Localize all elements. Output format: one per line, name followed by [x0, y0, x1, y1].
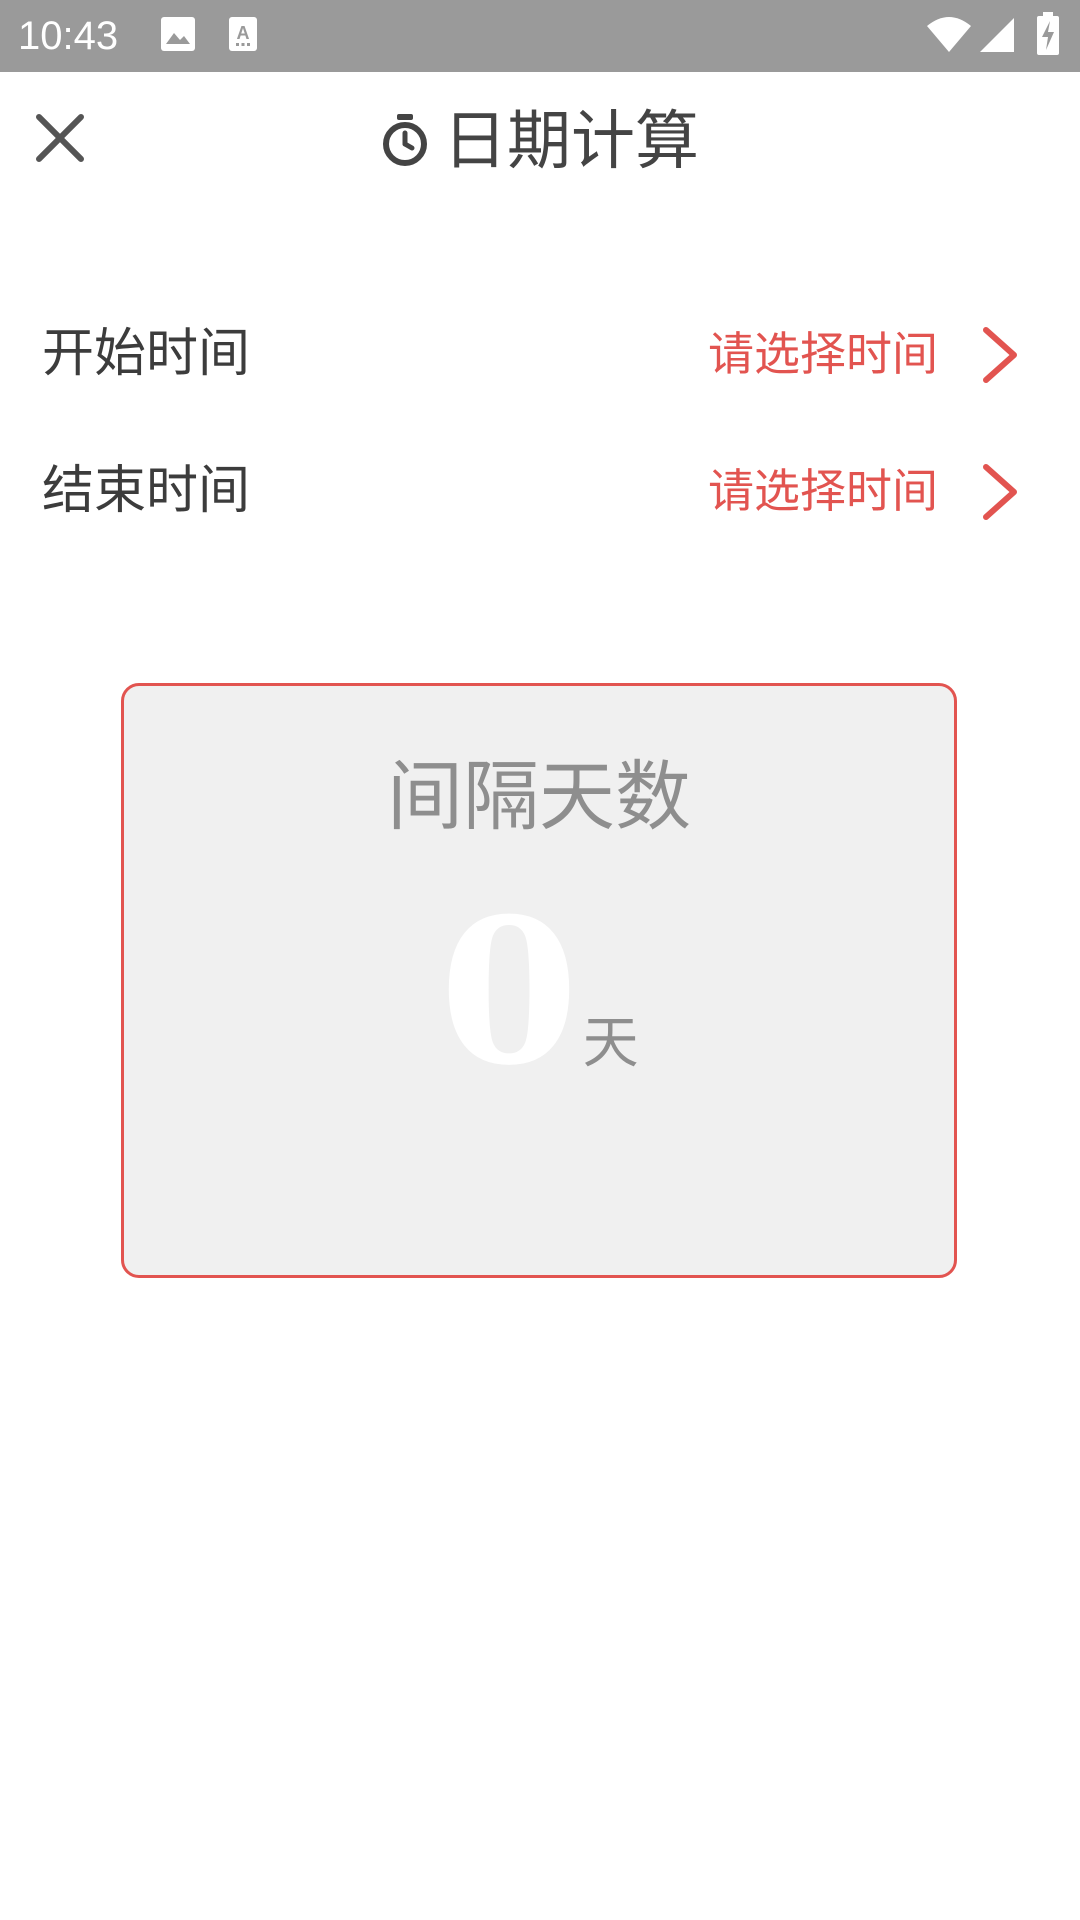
page-title: 日期计算 [443, 105, 699, 179]
battery-charging-icon [1036, 12, 1060, 60]
start-time-value[interactable]: 请选择时间 [708, 318, 938, 390]
end-time-label: 结束时间 [42, 461, 251, 521]
result-value: 0天 [124, 893, 954, 1093]
chevron-right-icon [976, 324, 1024, 386]
interval-days-number: 0 [439, 875, 579, 1110]
start-time-row[interactable]: 开始时间 请选择时间 [0, 300, 1080, 410]
end-time-row[interactable]: 结束时间 请选择时间 [0, 437, 1080, 547]
image-icon [160, 16, 196, 56]
result-title: 间隔天数 [387, 752, 691, 841]
font-a-icon: A [228, 16, 258, 56]
chevron-right-icon [976, 461, 1024, 523]
status-bar: 10:43 A [0, 0, 1080, 72]
end-time-value[interactable]: 请选择时间 [708, 455, 938, 527]
toolbar: 日期计算 [0, 72, 1080, 212]
status-time: 10:43 [18, 14, 119, 58]
wifi-icon [925, 14, 973, 58]
svg-text:A: A [237, 23, 250, 43]
start-time-label: 开始时间 [42, 324, 251, 384]
cell-signal-icon [978, 16, 1016, 58]
result-card: 间隔天数 0天 [121, 683, 957, 1278]
interval-days-unit: 天 [582, 1011, 639, 1076]
timer-icon [381, 112, 429, 172]
title-wrap: 日期计算 [0, 100, 1080, 184]
